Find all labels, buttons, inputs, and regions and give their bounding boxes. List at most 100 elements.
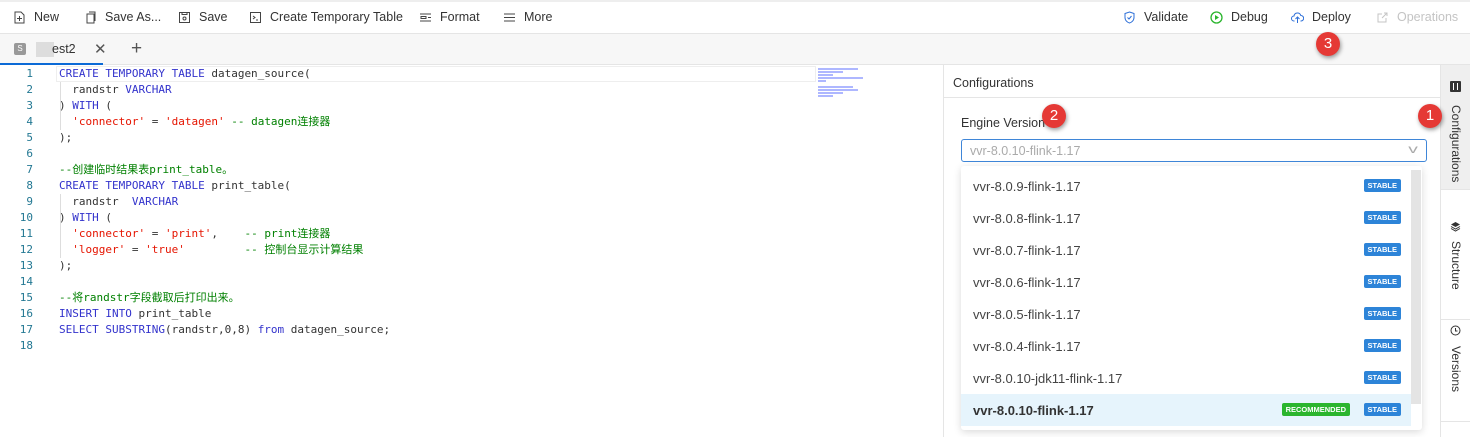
sql-file-icon: S (14, 43, 26, 55)
dropdown-scrollbar[interactable] (1411, 170, 1421, 404)
code-token: -- 控制台显示计算结果 (244, 243, 364, 256)
code-line: 2 randstr VARCHAR (0, 82, 943, 98)
code-token: 'logger' (59, 243, 126, 256)
option-label: vvr-8.0.6-flink-1.17 (973, 275, 1081, 290)
line-number: 14 (19, 275, 33, 288)
stable-badge: STABLE (1363, 371, 1401, 384)
side-tab-versions[interactable]: Versions (1441, 320, 1470, 422)
engine-version-option[interactable]: vvr-8.0.4-flink-1.17 STABLE (961, 330, 1411, 362)
layers-icon (1450, 222, 1461, 232)
code-token: --将randstr字段截取后打印出来。 (59, 291, 240, 304)
side-tab-configurations[interactable]: Configurations (1441, 65, 1470, 190)
add-tab-button[interactable]: + (131, 38, 142, 60)
new-file-icon (14, 11, 25, 23)
code-token: = (125, 243, 146, 256)
code-token: , (211, 227, 245, 240)
code-line: 15 --将randstr字段截取后打印出来。 (0, 290, 943, 306)
save-as-button[interactable]: Save As... (84, 10, 161, 24)
code-token: from (257, 323, 285, 336)
code-token: VARCHAR (131, 195, 179, 208)
option-label: vvr-8.0.4-flink-1.17 (973, 339, 1081, 354)
save-icon (179, 11, 190, 23)
code-token: WITH (72, 99, 99, 112)
option-label: vvr-8.0.9-flink-1.17 (973, 179, 1081, 194)
engine-version-option[interactable]: vvr-8.0.7-flink-1.17 STABLE (961, 234, 1411, 266)
engine-version-select[interactable]: vvr-8.0.10-flink-1.17 v (961, 139, 1427, 162)
engine-version-dropdown: vvr-8.0.9-flink-1.17 STABLE vvr-8.0.8-flin… (961, 166, 1422, 430)
engine-version-option[interactable]: vvr-8.0.9-flink-1.17 STABLE (961, 170, 1411, 202)
code-line: 6 (0, 146, 943, 162)
code-token: print_table (131, 307, 212, 320)
line-number: 18 (19, 339, 33, 352)
stable-badge: STABLE (1363, 307, 1401, 320)
current-line-highlight (56, 66, 816, 82)
minimap[interactable] (818, 68, 878, 102)
code-token: WITH (72, 211, 99, 224)
validate-button[interactable]: Validate (1123, 10, 1188, 24)
engine-version-option[interactable]: vvr-8.0.10-flink-1.17 RECOMMENDED STABLE (961, 394, 1411, 426)
callout-3: 3 (1316, 32, 1340, 56)
line-number: 5 (26, 131, 33, 144)
save-button[interactable]: Save (178, 10, 228, 24)
code-token: --创建临时结果表print_table。 (59, 163, 234, 176)
option-label: vvr-8.0.10-jdk11-flink-1.17 (973, 371, 1123, 386)
code-token: datagen_source; (284, 323, 391, 336)
line-number: 12 (19, 243, 33, 256)
code-text: --创建临时结果表print_table。 (59, 162, 233, 178)
new-button[interactable]: New (13, 10, 59, 24)
history-icon (1450, 325, 1461, 336)
line-number: 15 (19, 291, 33, 304)
line-number: 3 (26, 99, 33, 112)
tab-test2[interactable]: S est2 ✕ (0, 34, 107, 65)
code-token: VARCHAR (125, 83, 172, 96)
code-text: randstr VARCHAR (59, 194, 178, 210)
line-number: 9 (26, 195, 33, 208)
code-token: ( (98, 99, 112, 112)
debug-button[interactable]: Debug (1210, 10, 1268, 24)
terminal-icon (250, 11, 261, 23)
engine-version-option[interactable]: vvr-8.0.8-flink-1.17 STABLE (961, 202, 1411, 234)
engine-version-option[interactable]: vvr-8.0.10-jdk11-flink-1.17 STABLE (961, 362, 1411, 394)
code-token: 'datagen' (164, 115, 225, 128)
engine-version-value: vvr-8.0.10-flink-1.17 (970, 144, 1081, 158)
code-line: 18 (0, 338, 943, 354)
side-tab-structure[interactable]: Structure (1441, 205, 1470, 320)
deploy-button[interactable]: Deploy (1291, 10, 1351, 24)
more-button[interactable]: More (503, 10, 552, 24)
code-text: 'logger' = 'true' -- 控制台显示计算结果 (59, 242, 363, 258)
sql-editor[interactable]: 1 CREATE TEMPORARY TABLE datagen_source(2… (0, 65, 943, 437)
play-circle-icon (1210, 10, 1223, 24)
code-text: --将randstr字段截取后打印出来。 (59, 290, 240, 306)
code-line: 10) WITH ( (0, 210, 943, 226)
close-icon[interactable]: ✕ (94, 40, 107, 58)
engine-version-option[interactable]: vvr-8.0.5-flink-1.17 STABLE (961, 298, 1411, 330)
cloud-upload-icon (1291, 12, 1304, 23)
code-line: 13); (0, 258, 943, 274)
code-text: ); (59, 258, 72, 274)
code-token: randstr (59, 83, 126, 96)
chevron-down-icon: v (1408, 142, 1418, 156)
create-temporary-table-button[interactable]: Create Temporary Table (249, 10, 403, 24)
operations-button[interactable]: Operations (1376, 10, 1458, 24)
code-token: ); (59, 131, 73, 144)
line-number: 17 (19, 323, 33, 336)
stable-badge: STABLE (1363, 243, 1401, 256)
format-button[interactable]: Format (419, 10, 480, 24)
code-token: = (145, 115, 165, 128)
code-line: 11 'connector' = 'print', -- print连接器 (0, 226, 943, 242)
recommended-badge: RECOMMENDED (1281, 403, 1350, 416)
line-number: 2 (26, 83, 33, 96)
line-number: 13 (19, 259, 33, 272)
code-line: 17 SELECT SUBSTRING(randstr,0,8) from dat… (0, 322, 943, 338)
code-token: = (145, 227, 165, 240)
toolbar: New Save As... Save Create Temporary Tab… (0, 0, 1470, 34)
engine-version-option[interactable]: vvr-8.0.6-flink-1.17 STABLE (961, 266, 1411, 298)
code-token: 'print' (164, 227, 212, 240)
code-token: -- datagen连接器 (224, 115, 331, 128)
right-side-tabs: Configurations Structure Versions (1440, 65, 1470, 437)
shield-check-icon (1124, 10, 1135, 24)
code-line: 12 'logger' = 'true' -- 控制台显示计算结果 (0, 242, 943, 258)
code-token: -- print连接器 (244, 227, 331, 240)
code-token: print_table( (204, 179, 291, 192)
code-text: 'connector' = 'datagen' -- datagen连接器 (59, 114, 330, 130)
